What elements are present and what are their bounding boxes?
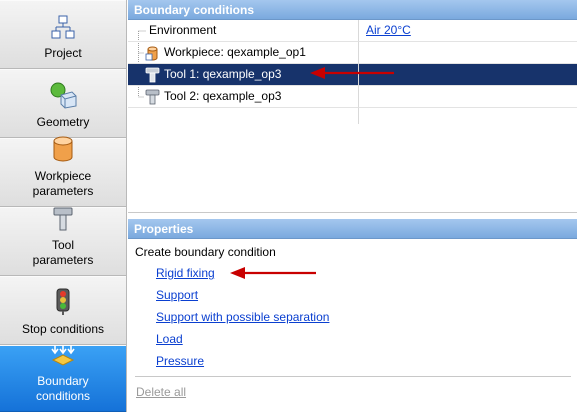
- properties-separator: [135, 376, 571, 377]
- traffic-light-icon: [55, 288, 71, 319]
- tool-small-icon: [145, 67, 160, 86]
- delete-all-link[interactable]: Delete all: [136, 385, 186, 399]
- nav-boundary-conditions-button[interactable]: Boundary conditions: [0, 345, 126, 412]
- workpiece-cylinder-icon: [51, 135, 75, 166]
- nav-geometry-label: Geometry: [36, 115, 90, 129]
- boundary-conditions-title: Boundary conditions: [128, 0, 577, 20]
- tree-cell-value: [359, 86, 577, 108]
- nav-tool-parameters-label: Tool parameters: [32, 238, 94, 267]
- nav-project-label: Project: [44, 46, 82, 60]
- left-navigation: Project Geometry Workpiece parameters To…: [0, 0, 127, 412]
- nav-geometry-button[interactable]: Geometry: [0, 69, 126, 138]
- support-link[interactable]: Support: [156, 288, 198, 302]
- geometry-shapes-icon: [48, 81, 78, 112]
- tree-row-workpiece[interactable]: Workpiece: qexample_op1: [128, 42, 577, 64]
- tree-cell-name: Tool 2: qexample_op3: [128, 86, 359, 108]
- properties-title: Properties: [128, 219, 577, 239]
- boundary-conditions-tree[interactable]: Environment Air 20°C Workpiece: qexample…: [128, 20, 577, 213]
- annotation-arrow-left-icon: [310, 67, 394, 79]
- support-with-separation-link[interactable]: Support with possible separation: [156, 310, 329, 324]
- nav-workpiece-parameters-label: Workpiece parameters: [32, 169, 94, 198]
- create-boundary-condition-heading: Create boundary condition: [135, 245, 276, 259]
- tree-cell-name: Workpiece: qexample_op1: [128, 42, 359, 64]
- tree-row-environment[interactable]: Environment Air 20°C: [128, 20, 577, 42]
- rigid-fixing-link[interactable]: Rigid fixing: [156, 266, 215, 280]
- column-divider: [358, 108, 359, 124]
- tree-row-label: Tool 1: qexample_op3: [164, 67, 282, 81]
- nav-stop-conditions-button[interactable]: Stop conditions: [0, 276, 126, 345]
- workpiece-small-icon: [145, 45, 160, 64]
- environment-value-link[interactable]: Air 20°C: [366, 23, 411, 38]
- nav-boundary-conditions-label: Boundary conditions: [35, 374, 91, 403]
- tree-cell-value: Air 20°C: [359, 20, 577, 42]
- tree-row-label: Tool 2: qexample_op3: [164, 89, 282, 103]
- boundary-arrows-icon: [50, 344, 76, 371]
- tree-cell-name: Environment: [128, 20, 359, 42]
- properties-panel: Create boundary condition Rigid fixing S…: [128, 239, 577, 412]
- nav-workpiece-parameters-button[interactable]: Workpiece parameters: [0, 135, 126, 207]
- tool-small-icon: [145, 89, 160, 108]
- pressure-link[interactable]: Pressure: [156, 354, 204, 368]
- tree-cell-value: [359, 42, 577, 64]
- nav-tool-parameters-button[interactable]: Tool parameters: [0, 207, 126, 276]
- annotation-arrow-left-icon: [230, 267, 316, 279]
- nav-project-button[interactable]: Project: [0, 0, 126, 69]
- tree-row-label: Workpiece: qexample_op1: [164, 45, 306, 59]
- tree-row-label: Environment: [149, 23, 217, 37]
- tool-hammer-icon: [52, 206, 74, 235]
- nav-stop-conditions-label: Stop conditions: [21, 322, 105, 336]
- project-tree-icon: [50, 14, 76, 43]
- load-link[interactable]: Load: [156, 332, 183, 346]
- tree-row-tool-2[interactable]: Tool 2: qexample_op3: [128, 86, 577, 108]
